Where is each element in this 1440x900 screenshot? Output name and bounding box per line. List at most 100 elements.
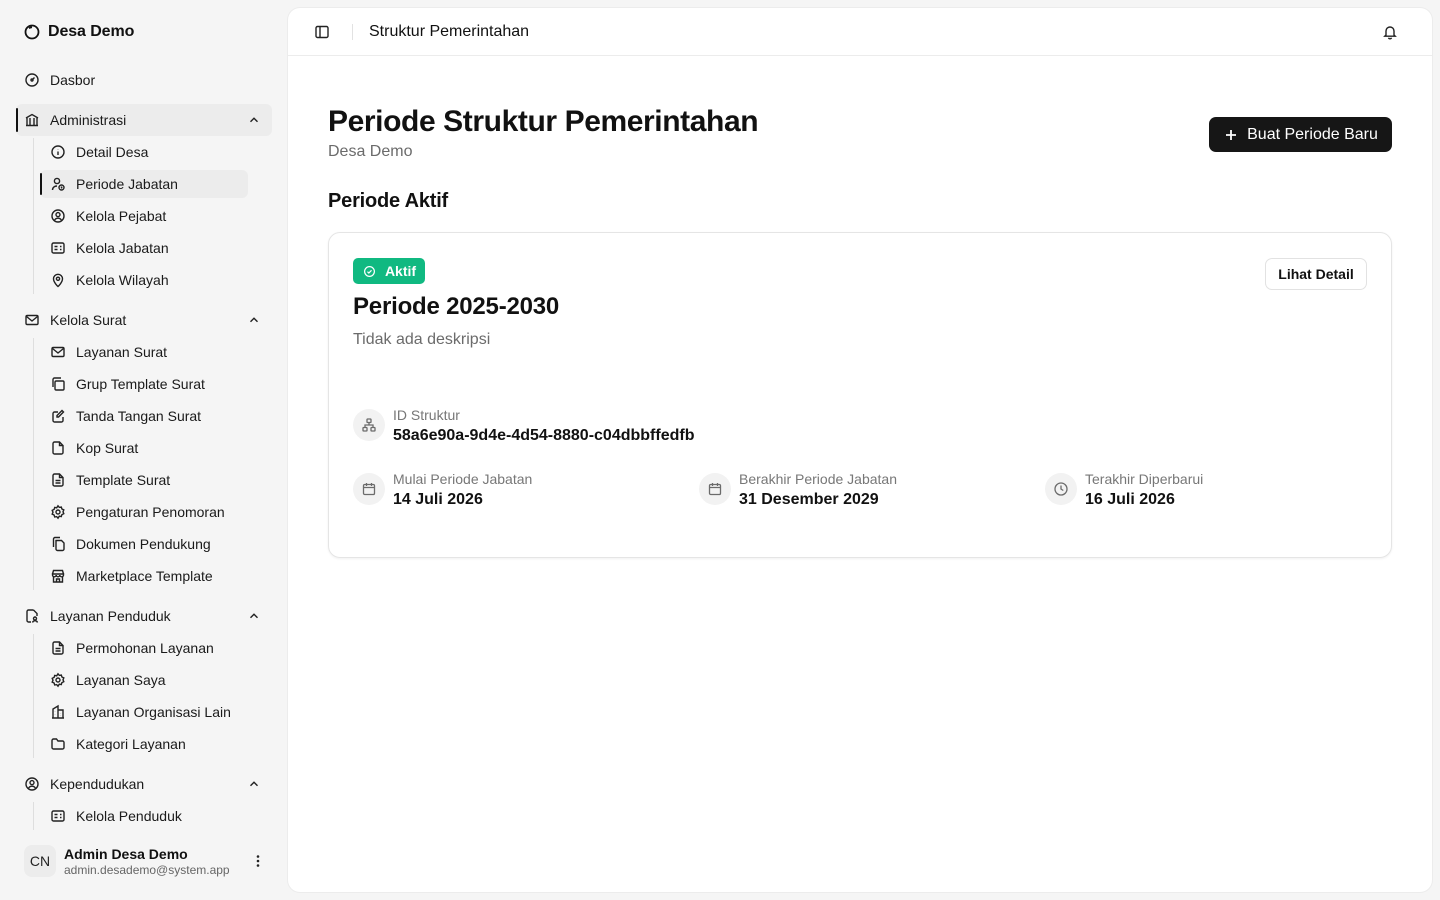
clock-icon xyxy=(1045,473,1077,505)
file-user-icon xyxy=(24,608,40,624)
copy-icon xyxy=(50,376,66,392)
pen-square-icon xyxy=(50,408,66,424)
sidebar-item-detail-desa[interactable]: Detail Desa xyxy=(50,139,248,165)
sidebar-item-label: Marketplace Template xyxy=(76,568,213,584)
sidebar-item-kelola-wilayah[interactable]: Kelola Wilayah xyxy=(50,267,248,293)
sidebar-item-kelola-penduduk[interactable]: Kelola Penduduk xyxy=(50,803,248,829)
bell-icon[interactable] xyxy=(1382,24,1398,40)
sidebar: Desa Demo Dasbor Administrasi Detail Des… xyxy=(0,0,288,900)
sidebar-item-permohonan-layanan[interactable]: Permohonan Layanan xyxy=(50,635,248,661)
sidebar-item-layanan-surat[interactable]: Layanan Surat xyxy=(50,339,248,365)
sidebar-item-label: Layanan Organisasi Lain xyxy=(76,704,231,720)
group-divider xyxy=(33,634,34,758)
sidebar-item-kategori-layanan[interactable]: Kategori Layanan xyxy=(50,731,248,757)
sidebar-item-pengaturan-penomoran[interactable]: Pengaturan Penomoran xyxy=(50,499,248,525)
sidebar-item-label: Permohonan Layanan xyxy=(76,640,214,656)
chevron-up-icon[interactable] xyxy=(246,312,262,328)
status-badge-label: Aktif xyxy=(384,263,417,279)
user-name: Admin Desa Demo xyxy=(64,845,188,862)
id-card-icon xyxy=(50,808,66,824)
sidebar-item-label: Dokumen Pendukung xyxy=(76,536,211,552)
more-vertical-icon[interactable] xyxy=(250,853,266,869)
sidebar-item-label: Grup Template Surat xyxy=(76,376,205,392)
user-clock-icon xyxy=(50,176,66,192)
sidebar-item-label: Layanan Saya xyxy=(76,672,166,688)
sidebar-group-label: Kelola Surat xyxy=(50,312,127,328)
file-text-icon xyxy=(50,472,66,488)
topbar-divider xyxy=(352,24,353,40)
chevron-up-icon[interactable] xyxy=(246,776,262,792)
create-period-label: Buat Periode Baru xyxy=(1247,125,1378,143)
sidebar-item-label: Kelola Pejabat xyxy=(76,208,167,224)
period-description: Tidak ada deskripsi xyxy=(353,331,491,348)
end-date-field: Berakhir Periode Jabatan 31 Desember 202… xyxy=(699,471,897,509)
plus-icon xyxy=(1223,127,1239,143)
sidebar-item-kop-surat[interactable]: Kop Surat xyxy=(50,435,248,461)
calendar-icon xyxy=(353,473,385,505)
check-circle-icon xyxy=(362,263,378,279)
active-period-card: Aktif Lihat Detail Periode 2025-2030 Tid… xyxy=(328,232,1392,558)
sidebar-item-grup-template-surat[interactable]: Grup Template Surat xyxy=(50,371,248,397)
mail-icon xyxy=(50,344,66,360)
last-updated-field: Terakhir Diperbarui 16 Juli 2026 xyxy=(1045,471,1203,509)
files-icon xyxy=(50,536,66,552)
group-divider xyxy=(33,338,34,590)
sidebar-item-label: Kelola Jabatan xyxy=(76,240,169,256)
sidebar-item-template-surat[interactable]: Template Surat xyxy=(50,467,248,493)
sidebar-item-label: Dasbor xyxy=(50,72,96,88)
id-card-icon xyxy=(50,240,66,256)
period-title: Periode 2025-2030 xyxy=(353,293,560,320)
group-divider xyxy=(33,802,34,830)
sidebar-item-layanan-saya[interactable]: Layanan Saya xyxy=(50,667,248,693)
sidebar-item-marketplace-template[interactable]: Marketplace Template xyxy=(50,563,248,589)
sidebar-group-layanan-penduduk[interactable]: Layanan Penduduk xyxy=(24,603,272,629)
sidebar-group-label: Administrasi xyxy=(50,112,127,128)
sidebar-item-kelola-pejabat[interactable]: Kelola Pejabat xyxy=(50,203,248,229)
main-content: Struktur Pemerintahan Periode Struktur P… xyxy=(288,8,1432,892)
gauge-icon xyxy=(24,72,40,88)
sidebar-item-kelola-jabatan[interactable]: Kelola Jabatan xyxy=(50,235,248,261)
sidebar-item-label: Kategori Layanan xyxy=(76,736,186,752)
start-date-value: 14 Juli 2026 xyxy=(393,491,483,508)
view-detail-button[interactable]: Lihat Detail xyxy=(1265,258,1367,290)
structure-id-field: ID Struktur 58a6e90a-9d4e-4d54-8880-c04d… xyxy=(353,407,694,445)
sidebar-item-periode-jabatan[interactable]: Periode Jabatan xyxy=(40,170,248,198)
start-date-label: Mulai Periode Jabatan xyxy=(393,471,533,487)
user-info: Admin Desa Demo admin.desademo@system.ap… xyxy=(64,846,240,877)
sidebar-toggle-icon[interactable] xyxy=(314,24,330,40)
chevron-up-icon[interactable] xyxy=(246,608,262,624)
map-pin-icon xyxy=(50,272,66,288)
avatar: CN xyxy=(24,845,56,877)
create-period-button[interactable]: Buat Periode Baru xyxy=(1209,117,1392,152)
page-title: Periode Struktur Pemerintahan xyxy=(328,105,759,138)
chevron-up-icon[interactable] xyxy=(246,112,262,128)
network-icon xyxy=(353,409,385,441)
file-text-icon xyxy=(50,640,66,656)
user-circle-icon xyxy=(50,208,66,224)
sidebar-item-dashboard[interactable]: Dasbor xyxy=(24,67,272,93)
folder-icon xyxy=(50,736,66,752)
structure-id-value: 58a6e90a-9d4e-4d54-8880-c04dbbffedfb xyxy=(393,427,695,444)
sidebar-group-administrasi[interactable]: Administrasi xyxy=(16,104,272,136)
building-share-icon xyxy=(50,704,66,720)
last-updated-value: 16 Juli 2026 xyxy=(1085,491,1175,508)
end-date-label: Berakhir Periode Jabatan xyxy=(739,471,897,487)
status-badge: Aktif xyxy=(353,258,425,284)
sidebar-item-label: Kelola Wilayah xyxy=(76,272,169,288)
user-email: admin.desademo@system.app xyxy=(64,862,230,877)
structure-id-label: ID Struktur xyxy=(393,407,460,423)
sidebar-group-kependudukan[interactable]: Kependudukan xyxy=(24,771,272,797)
sidebar-item-tanda-tangan-surat[interactable]: Tanda Tangan Surat xyxy=(50,403,248,429)
user-circle-icon xyxy=(24,776,40,792)
gear-icon xyxy=(50,672,66,688)
user-menu[interactable]: CN Admin Desa Demo admin.desademo@system… xyxy=(24,842,272,880)
sidebar-item-label: Pengaturan Penomoran xyxy=(76,504,225,520)
section-title: Periode Aktif xyxy=(328,190,449,212)
sidebar-item-layanan-organisasi-lain[interactable]: Layanan Organisasi Lain xyxy=(50,699,248,725)
brand[interactable]: Desa Demo xyxy=(24,22,134,42)
sidebar-item-dokumen-pendukung[interactable]: Dokumen Pendukung xyxy=(50,531,248,557)
sidebar-group-label: Layanan Penduduk xyxy=(50,608,171,624)
store-icon xyxy=(50,568,66,584)
calendar-icon xyxy=(699,473,731,505)
sidebar-group-kelola-surat[interactable]: Kelola Surat xyxy=(24,307,272,333)
